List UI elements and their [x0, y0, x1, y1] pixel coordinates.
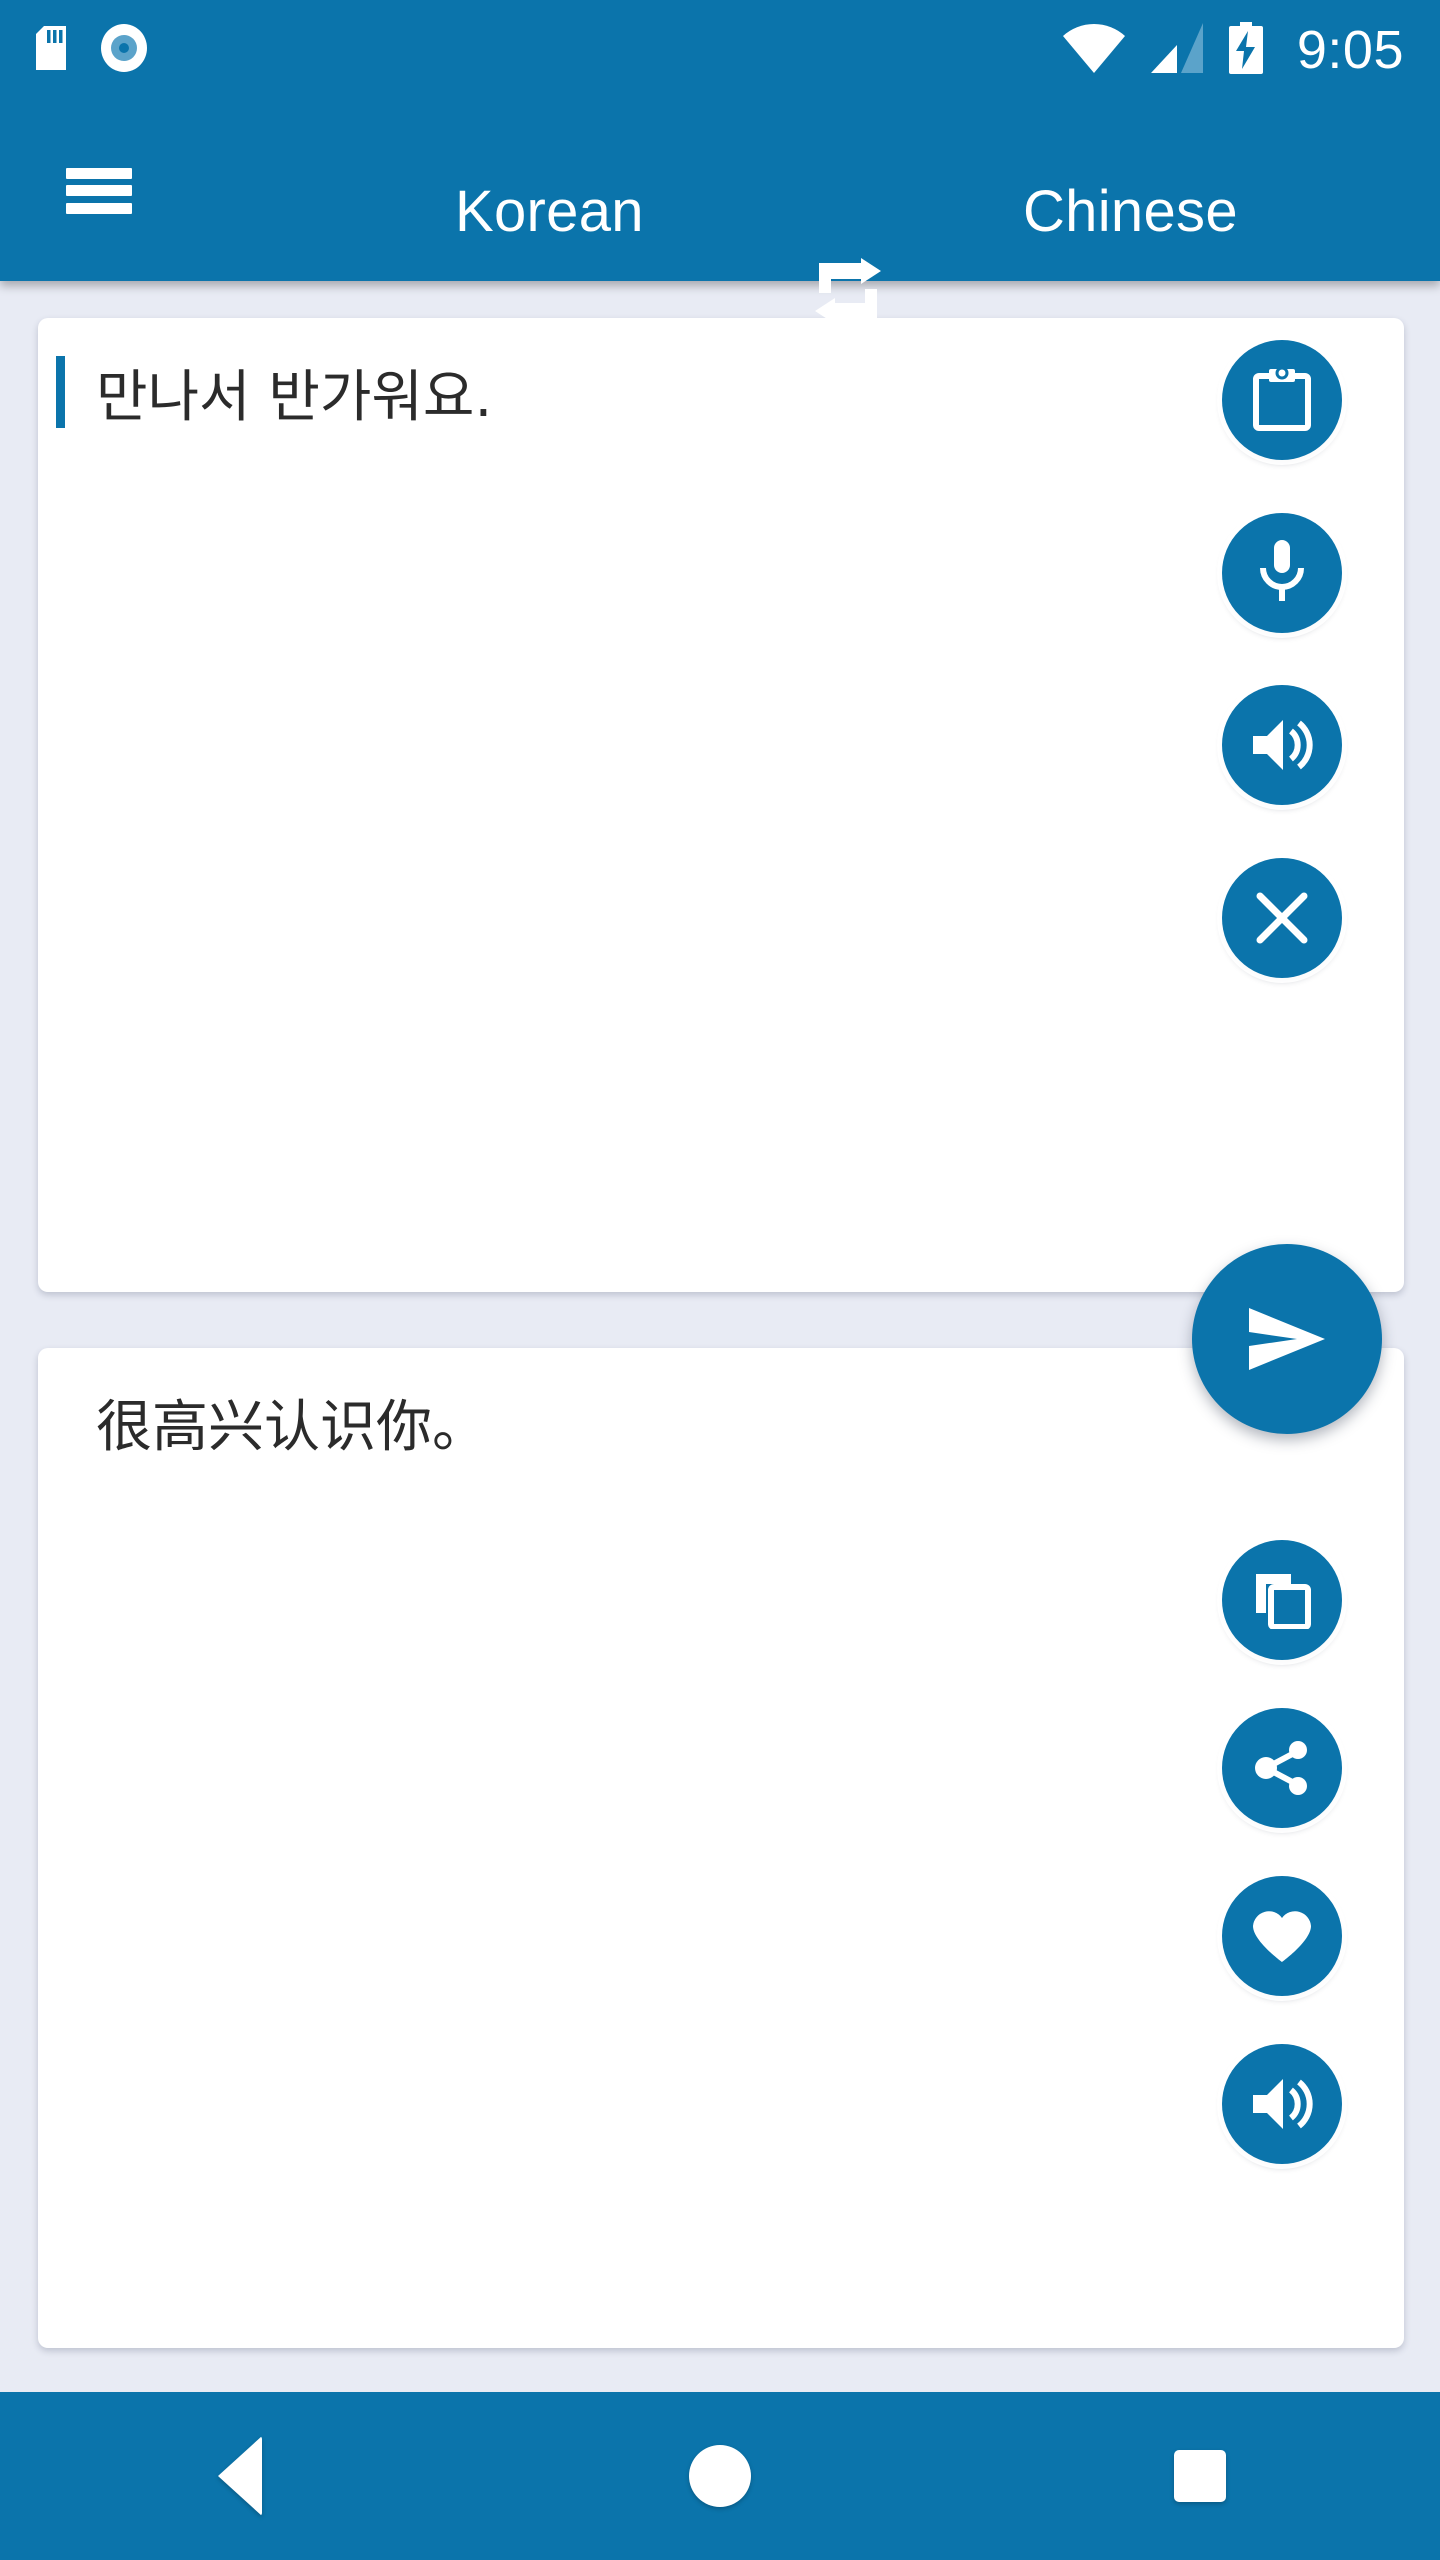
speak-translation-button[interactable] [1222, 2044, 1342, 2164]
microphone-icon [1260, 540, 1304, 601]
record-circle-icon [100, 23, 148, 77]
paste-button[interactable] [1222, 340, 1342, 460]
system-navigation-bar [0, 2392, 1440, 2560]
favorite-button[interactable] [1222, 1876, 1342, 1996]
translated-text: 很高兴认识你。 [96, 1395, 488, 1460]
cellular-signal-icon [1150, 22, 1203, 78]
source-text-input[interactable]: 만나서 반가워요. [96, 360, 1154, 436]
back-triangle-icon [218, 2436, 262, 2516]
nav-home-button[interactable] [620, 2392, 820, 2560]
translated-text-card[interactable]: 很高兴认识你。 [38, 1348, 1404, 2348]
copy-icon [1256, 1574, 1311, 1629]
nav-back-button[interactable] [140, 2392, 340, 2560]
source-language-button[interactable]: Korean [455, 183, 644, 241]
speaker-icon [1253, 720, 1313, 770]
app-bar: Korean Chinese [0, 100, 1440, 324]
wifi-icon [1062, 23, 1125, 78]
status-bar-left-icons [36, 23, 148, 77]
heart-icon [1253, 1911, 1311, 1962]
hamburger-menu-icon[interactable] [66, 167, 132, 214]
speaker-icon [1253, 2079, 1313, 2129]
text-cursor [56, 356, 65, 428]
status-bar-clock: 9:05 [1296, 20, 1404, 80]
recents-square-icon [1174, 2450, 1226, 2502]
battery-charging-icon [1228, 21, 1263, 79]
copy-button[interactable] [1222, 1540, 1342, 1660]
source-text-card[interactable]: 만나서 반가워요. [38, 318, 1404, 1292]
clipboard-icon [1253, 369, 1311, 431]
status-bar-right-icons: 9:05 [1062, 20, 1404, 80]
translate-send-button[interactable] [1192, 1244, 1382, 1434]
swap-languages-icon[interactable] [811, 255, 885, 327]
share-button[interactable] [1222, 1708, 1342, 1828]
clear-text-button[interactable] [1222, 858, 1342, 978]
close-icon [1256, 892, 1308, 944]
voice-input-button[interactable] [1222, 513, 1342, 633]
target-language-button[interactable]: Chinese [1023, 183, 1238, 241]
share-icon [1255, 1741, 1307, 1795]
sd-card-icon [36, 25, 66, 75]
status-bar: 9:05 [0, 0, 1440, 100]
nav-recents-button[interactable] [1100, 2392, 1300, 2560]
home-circle-icon [689, 2445, 751, 2507]
app-screen: 9:05 Korean Chinese 만나서 반가워요. 很高兴认识你。 [0, 0, 1440, 2560]
speak-source-button[interactable] [1222, 685, 1342, 805]
send-icon [1249, 1308, 1325, 1370]
